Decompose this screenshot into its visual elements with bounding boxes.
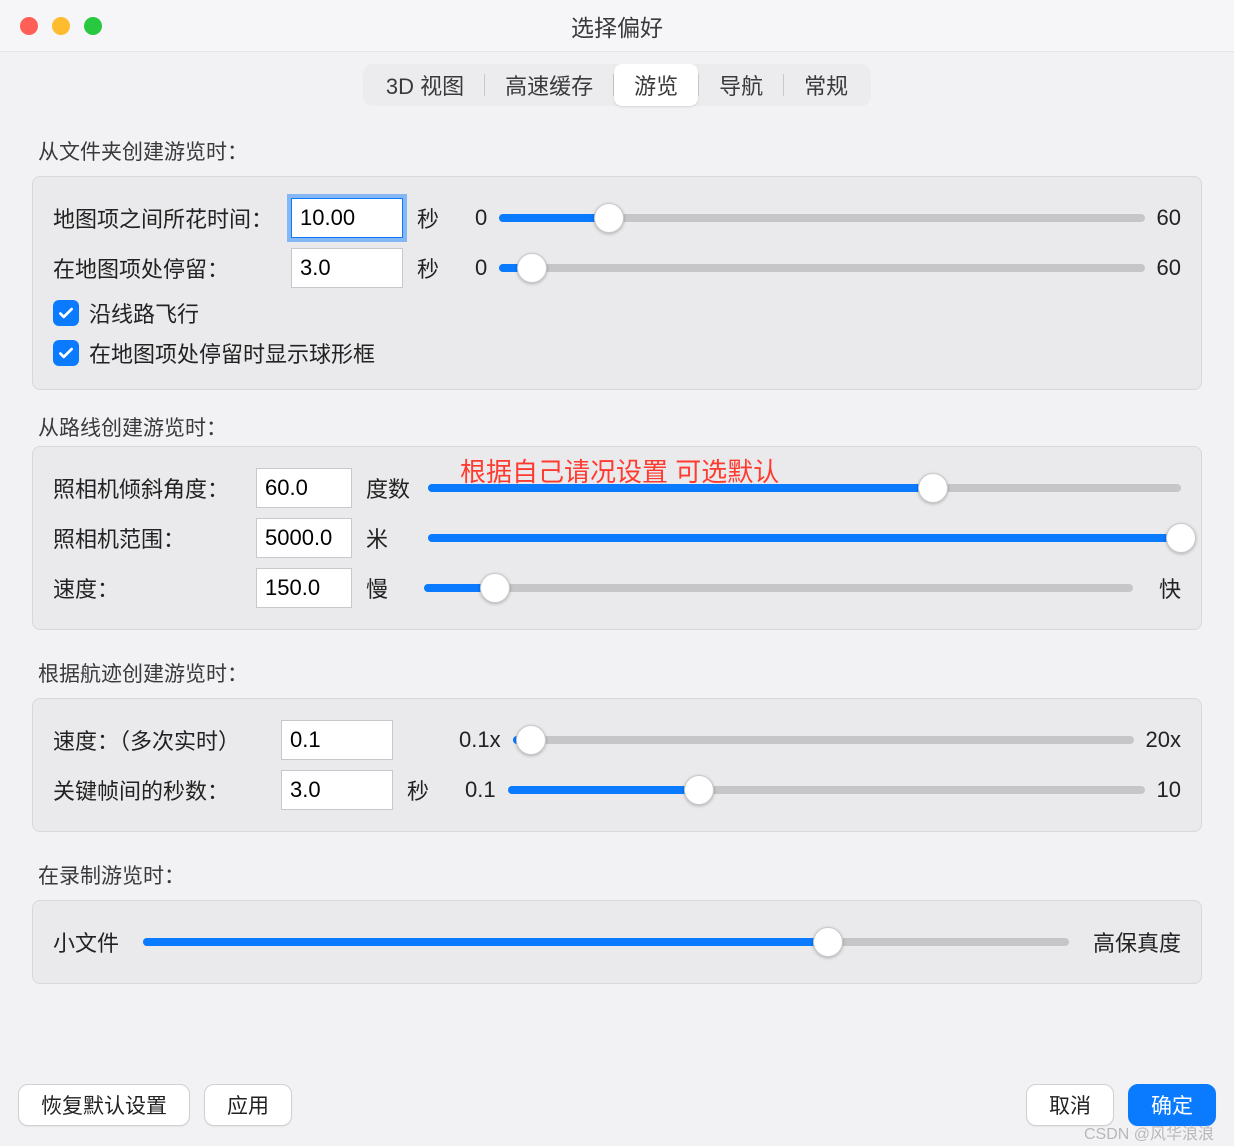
time-between-slider[interactable]	[499, 206, 1144, 230]
wait-at-min: 0	[475, 255, 487, 281]
speed-left: 慢	[366, 572, 404, 604]
track-speed-input[interactable]	[281, 720, 393, 760]
time-between-min: 0	[475, 205, 487, 231]
speed-input[interactable]	[256, 568, 352, 608]
tab-0[interactable]: 3D 视图	[366, 64, 484, 106]
track-speed-label: 速度：（多次实时）	[53, 724, 273, 756]
tilt-input[interactable]	[256, 468, 352, 508]
track-speed-max: 20x	[1146, 727, 1181, 753]
range-label: 照相机范围：	[53, 522, 248, 554]
section-track-panel: 速度：（多次实时） 0.1x 20x 关键帧间的秒数： 秒 0.1 10	[32, 698, 1202, 832]
apply-button[interactable]: 应用	[204, 1084, 292, 1126]
time-between-max: 60	[1157, 205, 1181, 231]
track-speed-slider[interactable]	[513, 728, 1134, 752]
section-track-title: 根据航迹创建游览时：	[16, 642, 1218, 698]
wait-at-max: 60	[1157, 255, 1181, 281]
keyframe-min: 0.1	[465, 777, 496, 803]
section-folder-title: 从文件夹创建游览时：	[16, 120, 1218, 176]
keyframe-max: 10	[1157, 777, 1181, 803]
window-title: 选择偏好	[0, 9, 1234, 43]
time-between-unit: 秒	[417, 202, 467, 234]
wait-at-unit: 秒	[417, 252, 467, 284]
speed-label: 速度：	[53, 572, 248, 604]
tab-4[interactable]: 常规	[784, 64, 868, 106]
wait-at-input[interactable]	[291, 248, 403, 288]
titlebar: 选择偏好	[0, 0, 1234, 52]
speed-right: 快	[1159, 572, 1181, 604]
quality-left: 小文件	[53, 926, 119, 958]
keyframe-label: 关键帧间的秒数：	[53, 774, 273, 806]
watermark: CSDN @风华浪浪	[1084, 1120, 1214, 1144]
keyframe-input[interactable]	[281, 770, 393, 810]
tilt-unit: 度数	[366, 472, 420, 504]
quality-slider[interactable]	[143, 930, 1069, 954]
section-route-title: 从路线创建游览时：	[16, 402, 1218, 452]
time-between-input[interactable]	[291, 198, 403, 238]
tilt-slider[interactable]	[428, 476, 1181, 500]
show-balloon-label: 在地图项处停留时显示球形框	[89, 337, 375, 369]
tab-2[interactable]: 游览	[614, 64, 698, 106]
restore-defaults-button[interactable]: 恢复默认设置	[18, 1084, 190, 1126]
tab-3[interactable]: 导航	[699, 64, 783, 106]
wait-at-label: 在地图项处停留：	[53, 252, 283, 284]
section-folder-panel: 地图项之间所花时间： 秒 0 60 在地图项处停留： 秒 0 60	[32, 176, 1202, 390]
section-record-title: 在录制游览时：	[16, 844, 1218, 900]
range-input[interactable]	[256, 518, 352, 558]
time-between-label: 地图项之间所花时间：	[53, 202, 283, 234]
range-slider[interactable]	[428, 526, 1181, 550]
wait-at-slider[interactable]	[499, 256, 1144, 280]
keyframe-slider[interactable]	[508, 778, 1145, 802]
tilt-label: 照相机倾斜角度：	[53, 472, 248, 504]
speed-slider[interactable]	[424, 576, 1133, 600]
fly-along-label: 沿线路飞行	[89, 297, 199, 329]
footer: 恢复默认设置 应用 取消 确定	[0, 1084, 1234, 1126]
fly-along-checkbox[interactable]	[53, 300, 79, 326]
section-record-panel: 小文件 高保真度	[32, 900, 1202, 984]
tab-1[interactable]: 高速缓存	[485, 64, 613, 106]
range-unit: 米	[366, 522, 420, 554]
show-balloon-checkbox[interactable]	[53, 340, 79, 366]
track-speed-min: 0.1x	[459, 727, 501, 753]
keyframe-unit: 秒	[407, 774, 457, 806]
quality-right: 高保真度	[1093, 926, 1181, 958]
tab-bar: 3D 视图高速缓存游览导航常规	[0, 52, 1234, 120]
